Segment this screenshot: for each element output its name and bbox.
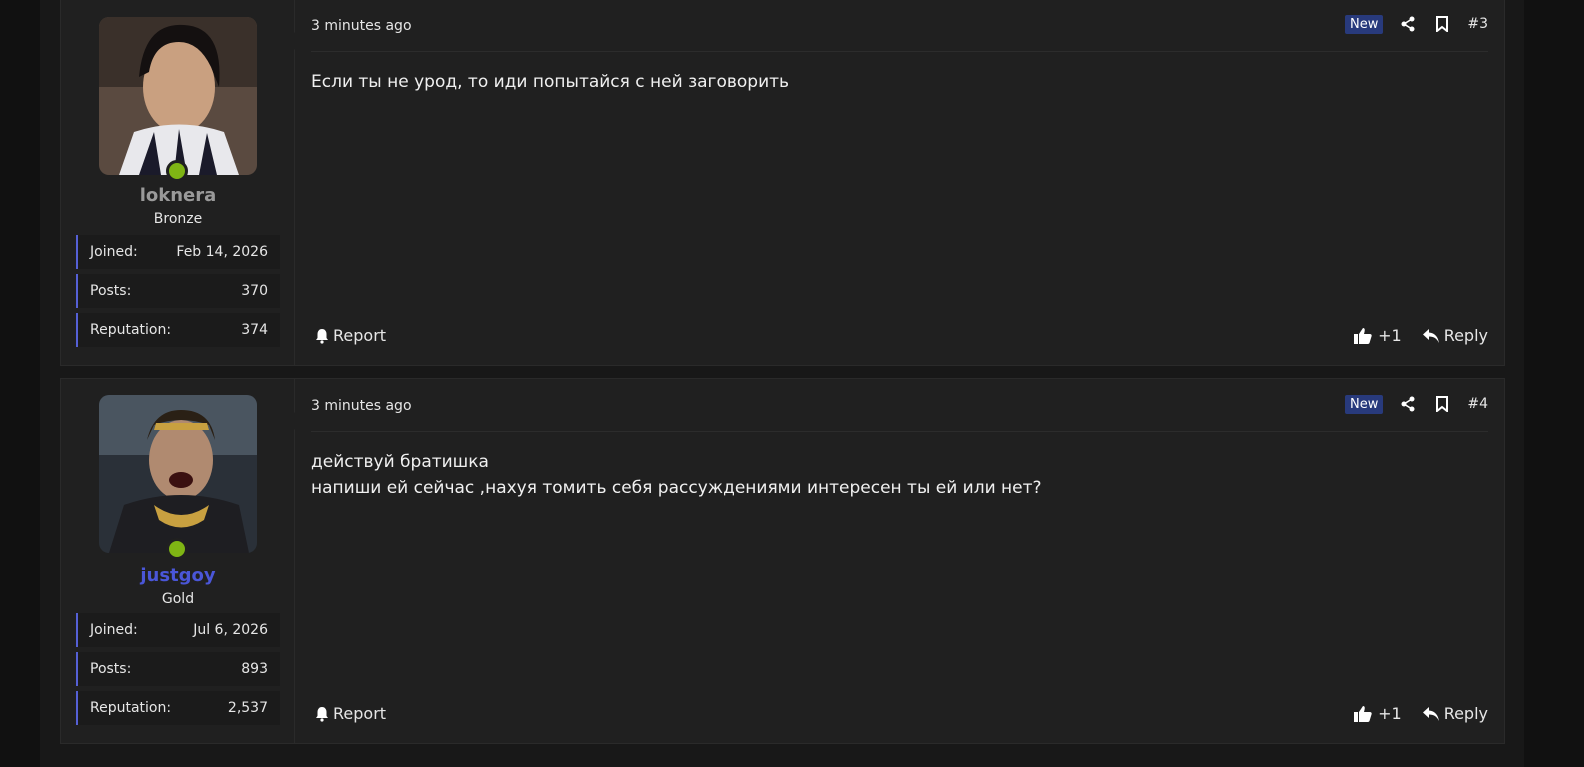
user-info-panel: loknera Bronze Joined: Feb 14, 2026 Post… — [61, 0, 295, 365]
stat-value: 893 — [241, 661, 268, 677]
stat-value: Jul 6, 2026 — [193, 622, 268, 638]
report-label: Report — [333, 326, 387, 345]
stat-label: Posts: — [90, 283, 132, 299]
post-header-actions: New #4 — [1345, 393, 1488, 415]
stat-reputation: Reputation: 374 — [76, 313, 280, 347]
stat-joined: Joined: Jul 6, 2026 — [76, 613, 280, 647]
post-number-link[interactable]: #4 — [1467, 396, 1488, 412]
stat-value: Feb 14, 2026 — [176, 244, 268, 260]
stat-value: 2,537 — [227, 700, 268, 716]
avatar-wrapper — [99, 17, 257, 182]
new-badge: New — [1345, 394, 1384, 414]
bell-icon — [313, 327, 331, 345]
username[interactable]: loknera — [61, 185, 295, 206]
header-divider — [311, 51, 1488, 52]
stat-posts: Posts: 370 — [76, 274, 280, 308]
avatar[interactable] — [99, 17, 257, 175]
stat-reputation: Reputation: 2,537 — [76, 691, 280, 725]
post-3: loknera Bronze Joined: Feb 14, 2026 Post… — [60, 0, 1505, 366]
user-info-panel: justgoy Gold Joined: Jul 6, 2026 Posts: … — [61, 379, 295, 743]
message-body: действуй братишка напиши ей сейчас ,наху… — [311, 452, 1042, 498]
user-rank-title: Bronze — [153, 211, 203, 227]
message-panel: 3 minutes ago New #4 действуй братишка н… — [286, 379, 1504, 743]
like-button[interactable]: +1 — [1354, 326, 1402, 345]
post-timestamp[interactable]: 3 minutes ago — [311, 398, 412, 414]
thumbs-up-icon — [1354, 327, 1372, 345]
report-button[interactable]: Report — [313, 326, 386, 345]
reply-button[interactable]: Reply — [1422, 704, 1488, 723]
stat-joined: Joined: Feb 14, 2026 — [76, 235, 280, 269]
header-divider — [311, 431, 1488, 432]
thumbs-up-icon — [1354, 705, 1372, 723]
post-number-link[interactable]: #3 — [1467, 16, 1488, 32]
online-status-indicator — [166, 538, 188, 560]
stat-label: Reputation: — [90, 700, 172, 716]
reaction-count: +1 — [1378, 704, 1402, 723]
user-rank-title: Gold — [161, 591, 195, 607]
report-label: Report — [333, 704, 387, 723]
stat-label: Joined: — [90, 622, 138, 638]
reply-arrow-icon — [1422, 327, 1440, 345]
stat-posts: Posts: 893 — [76, 652, 280, 686]
post-4: justgoy Gold Joined: Jul 6, 2026 Posts: … — [60, 378, 1505, 744]
post-footer-actions: +1 Reply — [1354, 704, 1488, 723]
stat-label: Joined: — [90, 244, 138, 260]
reply-label: Reply — [1443, 326, 1488, 345]
message-panel: 3 minutes ago New #3 Если ты не урод, то… — [286, 0, 1504, 365]
post-header-actions: New #3 — [1345, 13, 1488, 35]
avatar-wrapper — [99, 395, 257, 560]
bell-icon — [313, 705, 331, 723]
post-footer-actions: +1 Reply — [1354, 326, 1488, 345]
bookmark-icon[interactable] — [1433, 395, 1451, 413]
stat-value: 374 — [241, 322, 268, 338]
report-button[interactable]: Report — [313, 704, 386, 723]
share-icon[interactable] — [1399, 395, 1417, 413]
message-body: Если ты не урод, то иди попытайся с ней … — [311, 72, 790, 92]
username[interactable]: justgoy — [61, 565, 295, 586]
like-button[interactable]: +1 — [1354, 704, 1402, 723]
share-icon[interactable] — [1399, 15, 1417, 33]
post-timestamp[interactable]: 3 minutes ago — [311, 18, 412, 34]
new-badge: New — [1345, 14, 1384, 34]
reaction-count: +1 — [1378, 326, 1402, 345]
stat-label: Posts: — [90, 661, 132, 677]
stat-label: Reputation: — [90, 322, 172, 338]
reply-label: Reply — [1443, 704, 1488, 723]
bookmark-icon[interactable] — [1433, 15, 1451, 33]
reply-arrow-icon — [1422, 705, 1440, 723]
avatar[interactable] — [99, 395, 257, 553]
online-status-indicator — [166, 160, 188, 182]
reply-button[interactable]: Reply — [1422, 326, 1488, 345]
stat-value: 370 — [241, 283, 268, 299]
